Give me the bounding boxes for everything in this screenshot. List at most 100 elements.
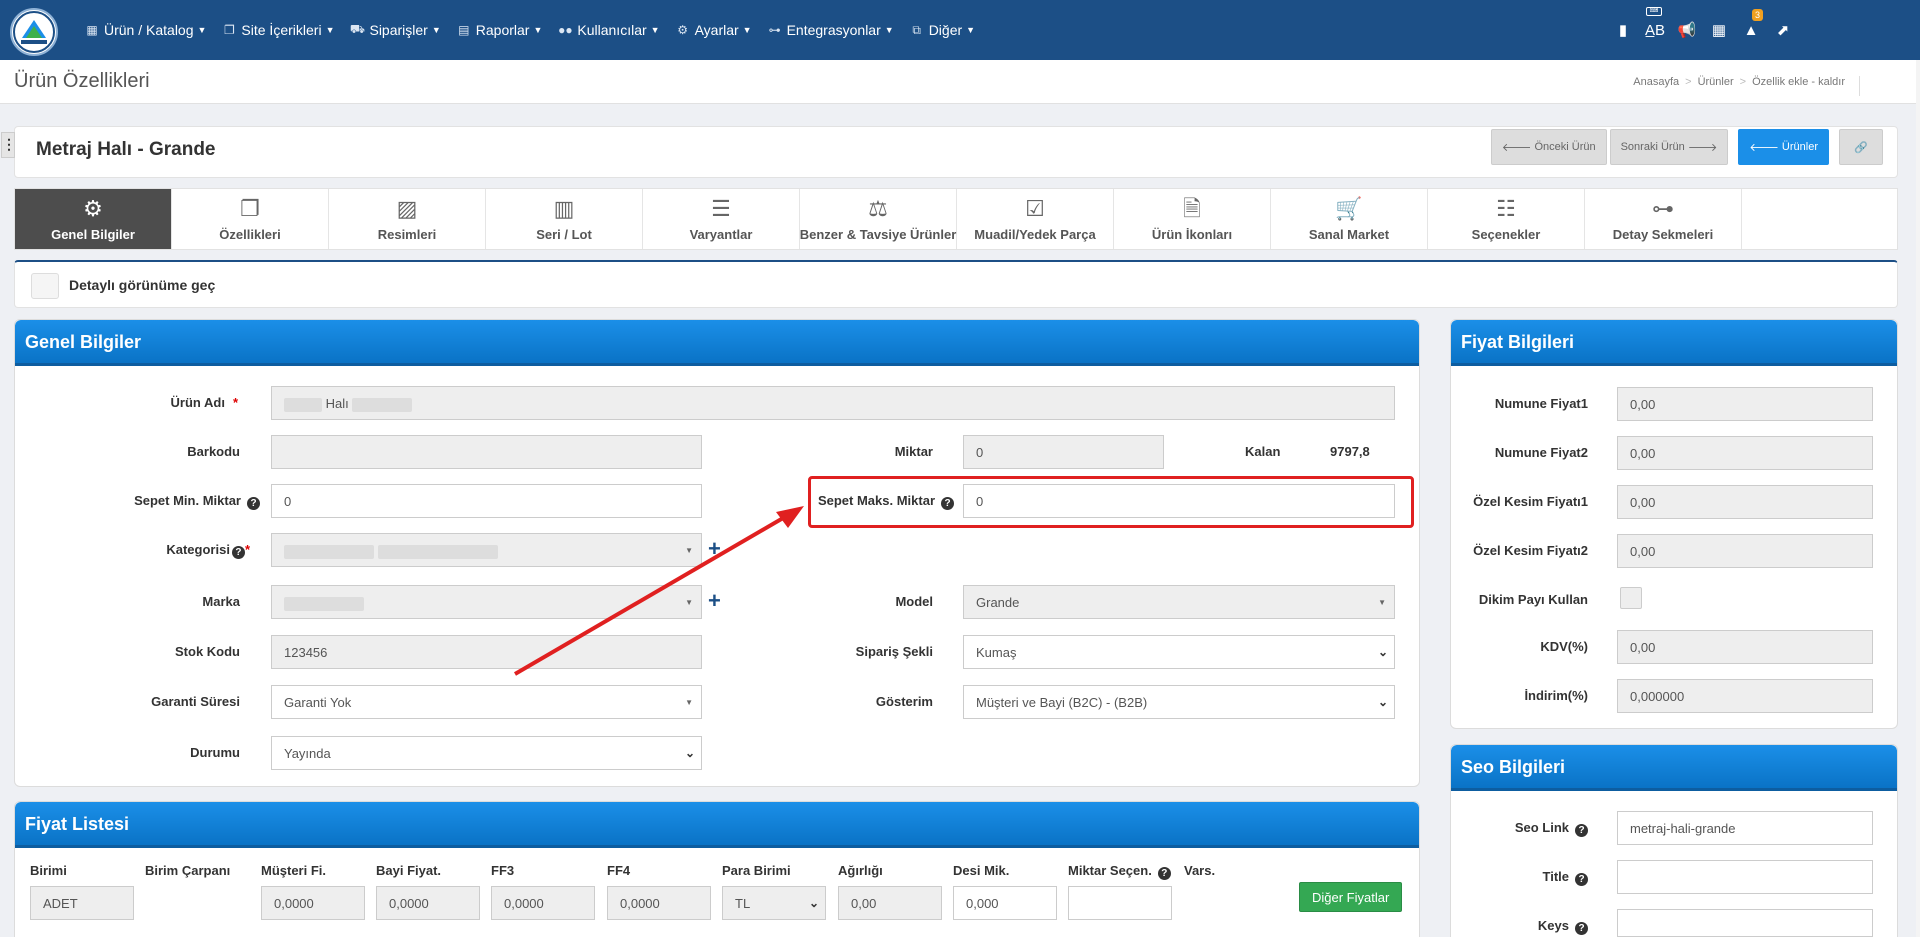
breadcrumb-products[interactable]: Ürünler <box>1698 76 1734 88</box>
select-value: Grande <box>976 595 1020 610</box>
detail-view-checkbox[interactable] <box>31 273 59 299</box>
numune-fiyat2-input[interactable]: 0,00 <box>1617 436 1873 470</box>
language-icon[interactable]: ⌨ A̲B <box>1640 7 1670 45</box>
menu-ayarlar[interactable]: ⚙ Ayarlar ▼ <box>675 22 751 38</box>
chevron-down-icon: ⌄ <box>1377 645 1388 659</box>
truck-icon: ⛟ <box>349 22 366 36</box>
stok-kodu-input[interactable]: 123456 <box>271 635 702 669</box>
birim-input[interactable]: ADET <box>30 886 134 920</box>
external-link-icon[interactable]: ⬈ <box>1768 15 1798 45</box>
other-prices-button[interactable]: Diğer Fiyatlar <box>1299 882 1403 912</box>
cogs-icon: ⚙ <box>677 23 688 37</box>
add-brand-icon[interactable]: + <box>708 590 721 612</box>
page-scrollbar[interactable] <box>1916 60 1920 937</box>
panel-header: Fiyat Listesi <box>15 802 1419 848</box>
tab-secenekler[interactable]: ☷ Seçenekler <box>1428 189 1585 249</box>
panel-header: Fiyat Bilgileri <box>1451 320 1897 366</box>
grid-icon[interactable]: ▦ <box>1704 15 1734 45</box>
previous-product-button[interactable]: 🡐 Önceki Ürün <box>1490 129 1607 165</box>
tab-resimleri[interactable]: ▨ Resimleri <box>329 189 486 249</box>
add-category-icon[interactable]: + <box>708 538 721 560</box>
menu-siparisler[interactable]: ⛟ Siparişler ▼ <box>349 22 441 38</box>
tab-benzer-tavsiye[interactable]: ⚖ Benzer & Tavsiye Ürünler <box>800 189 957 249</box>
tab-label: Özellikleri <box>219 226 281 242</box>
tab-ozellikleri[interactable]: ❐ Özellikleri <box>172 189 329 249</box>
musteri-fiyat-input[interactable]: 0,0000 <box>261 886 365 920</box>
select-value: TL <box>735 896 751 911</box>
numune-fiyat1-label: Numune Fiyat1 <box>1494 396 1588 411</box>
dikim-payi-label: Dikim Payı Kullan <box>1478 592 1588 607</box>
ozel-kesim2-input[interactable]: 0,00 <box>1617 534 1873 568</box>
warning-icon[interactable]: ▲ 3 <box>1736 9 1766 45</box>
siparis-sekli-select[interactable]: Kumaş ⌄ <box>963 635 1395 669</box>
desi-input[interactable]: 0,000 <box>953 886 1057 920</box>
miktar-input[interactable]: 0 <box>963 435 1164 469</box>
question-circle-icon[interactable]: ? <box>1575 922 1588 935</box>
menu-urun-katalog[interactable]: ▦ Ürün / Katalog ▼ <box>84 22 206 38</box>
indirim-input[interactable]: 0,000000 <box>1617 679 1873 713</box>
question-circle-icon[interactable]: ? <box>1575 873 1588 886</box>
link-button[interactable]: 🔗 <box>1839 129 1883 165</box>
bayi-fiyat-input[interactable]: 0,0000 <box>376 886 480 920</box>
durum-select[interactable]: Yayında ⌄ <box>271 736 702 770</box>
menu-raporlar[interactable]: ▤ Raporlar ▼ <box>456 22 542 38</box>
question-circle-icon[interactable]: ? <box>231 546 245 559</box>
alert-count-badge: 3 <box>1751 9 1763 21</box>
question-circle-icon[interactable]: ? <box>247 497 260 510</box>
barcode-icon: ▥ <box>553 195 575 221</box>
tab-varyantlar[interactable]: ☰ Varyantlar <box>643 189 800 249</box>
copy-icon: ❐ <box>240 195 260 221</box>
tab-seri-lot[interactable]: ▥ Seri / Lot <box>486 189 643 249</box>
kebab-menu-icon[interactable]: ⋮ <box>1 132 16 158</box>
bars-icon: ☰ <box>711 195 731 221</box>
book-icon[interactable]: ▮ <box>1608 15 1638 45</box>
next-product-button[interactable]: Sonraki Ürün 🡒 <box>1609 129 1729 165</box>
model-select[interactable]: Grande ▼ <box>963 585 1395 619</box>
label-text: Seo Link <box>1514 820 1569 835</box>
para-birimi-select[interactable]: TL ⌄ <box>722 886 826 920</box>
agirlik-input[interactable]: 0,00 <box>838 886 942 920</box>
ff3-input[interactable]: 0,0000 <box>491 886 595 920</box>
durum-label: Durumu <box>190 745 240 760</box>
numune-fiyat1-input[interactable]: 0,00 <box>1617 387 1873 421</box>
stok-kodu-label: Stok Kodu <box>175 644 240 659</box>
products-button[interactable]: 🡐 Ürünler <box>1738 129 1829 165</box>
product-nav-buttons: 🡐 Önceki Ürün Sonraki Ürün 🡒 🡐 Ürünler 🔗 <box>1488 129 1883 165</box>
logo[interactable] <box>10 8 58 56</box>
gosterim-select[interactable]: Müşteri ve Bayi (B2C) - (B2B) ⌄ <box>963 685 1395 719</box>
ff4-input[interactable]: 0,0000 <box>607 886 711 920</box>
button-label: Ürünler <box>1781 141 1818 153</box>
menu-kullanicilar[interactable]: ●● Kullanıcılar ▼ <box>557 22 659 38</box>
menu-diger[interactable]: ⧉ Diğer ▼ <box>909 22 975 38</box>
tab-sanal-market[interactable]: 🛒 Sanal Market <box>1271 189 1428 249</box>
garanti-select[interactable]: Garanti Yok ▼ <box>271 685 702 719</box>
marka-select[interactable]: ▼ <box>271 585 702 619</box>
kdv-input[interactable]: 0,00 <box>1617 630 1873 664</box>
ozel-kesim1-input[interactable]: 0,00 <box>1617 485 1873 519</box>
dikim-payi-checkbox[interactable] <box>1620 587 1642 609</box>
tab-muadil-yedek[interactable]: ☑ Muadil/Yedek Parça <box>957 189 1114 249</box>
clone-icon: ⧉ <box>912 22 921 37</box>
highlight-box <box>808 476 1414 528</box>
urun-adi-input[interactable]: Halı <box>271 386 1395 420</box>
barkod-input[interactable] <box>271 435 702 469</box>
miktar-secen-input[interactable] <box>1068 886 1172 920</box>
label-text: Title <box>1542 869 1570 884</box>
bullhorn-icon[interactable]: 📢 <box>1672 15 1702 45</box>
seo-keys-input[interactable] <box>1617 909 1873 937</box>
cogs-icon: ⚙ <box>83 195 103 221</box>
tab-detay-sekmeleri[interactable]: ⊶ Detay Sekmeleri <box>1585 189 1742 249</box>
menu-entegrasyonlar[interactable]: ⊶ Entegrasyonlar ▼ <box>767 22 894 38</box>
seo-title-input[interactable] <box>1617 860 1873 894</box>
question-circle-icon[interactable]: ? <box>1575 824 1588 837</box>
menu-site-icerikleri[interactable]: ❐ Site İçerikleri ▼ <box>221 22 334 38</box>
breadcrumb-home[interactable]: Anasayfa <box>1633 76 1679 88</box>
sepet-min-input[interactable]: 0 <box>271 484 702 518</box>
tab-genel-bilgiler[interactable]: ⚙ Genel Bilgiler <box>15 189 172 249</box>
select-value: Müşteri ve Bayi (B2C) - (B2B) <box>976 695 1148 710</box>
tab-urun-ikonlari[interactable]: 🗎 Ürün İkonları <box>1114 189 1271 249</box>
top-navbar: ▦ Ürün / Katalog ▼ ❐ Site İçerikleri ▼ ⛟ Sipa… <box>0 0 1920 60</box>
kategori-select[interactable]: ▼ <box>271 533 702 567</box>
seo-link-input[interactable]: metraj-hali-grande <box>1617 811 1873 845</box>
question-circle-icon[interactable]: ? <box>1157 867 1171 880</box>
